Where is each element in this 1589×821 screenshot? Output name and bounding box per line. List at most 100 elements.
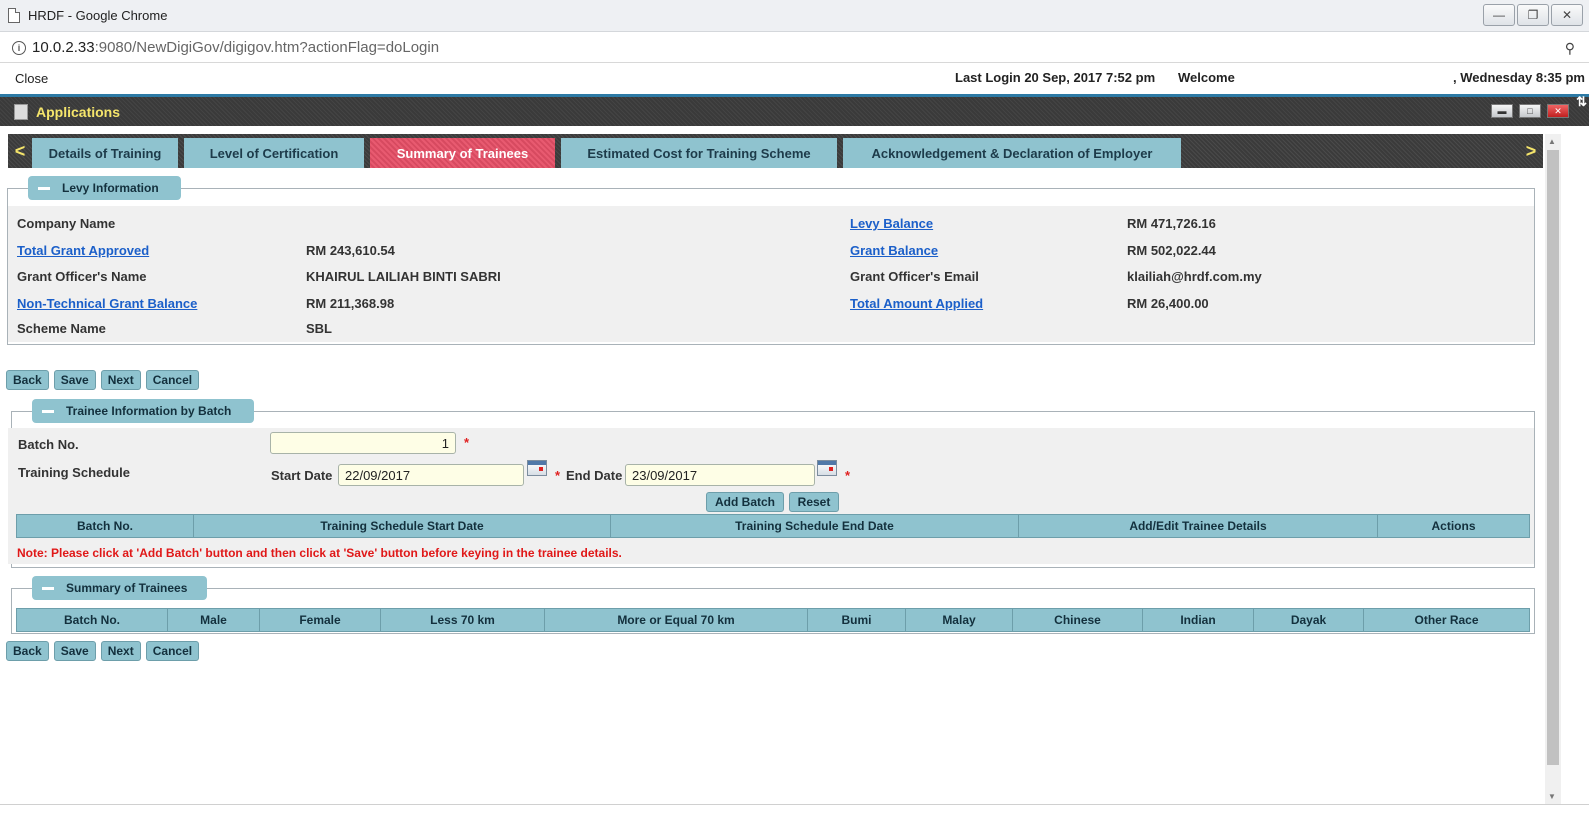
- end-date-input[interactable]: 23/09/2017: [625, 464, 815, 486]
- batch-table-header: Batch No. Training Schedule Start Date T…: [16, 514, 1530, 538]
- batch-no-input[interactable]: 1: [270, 432, 456, 454]
- info-icon[interactable]: i: [12, 40, 26, 55]
- levy-legend-label: Levy Information: [62, 181, 159, 195]
- trainee-batch-legend-label: Trainee Information by Batch: [66, 404, 232, 418]
- url-path: :9080/NewDigiGov/digigov.htm?actionFlag=…: [94, 39, 440, 56]
- start-date-calendar-icon[interactable]: [527, 460, 547, 476]
- tab-acknowledgement[interactable]: Acknowledgement & Declaration of Employe…: [843, 138, 1181, 168]
- reset-button[interactable]: Reset: [789, 492, 839, 512]
- applications-bar: Applications ▬ □ ✕ ⇅: [0, 94, 1589, 126]
- summary-col-dayak: Dayak: [1254, 609, 1364, 631]
- close-window-button[interactable]: ✕: [1551, 4, 1583, 26]
- current-datetime: , Wednesday 8:35 pm: [1453, 70, 1585, 85]
- applications-icon: [14, 103, 28, 120]
- page-icon: [8, 8, 20, 23]
- end-date-calendar-icon[interactable]: [817, 460, 837, 476]
- scroll-down-icon[interactable]: ▼: [1548, 792, 1556, 801]
- panel-restore-icon[interactable]: □: [1519, 104, 1541, 118]
- batch-no-required: *: [464, 435, 470, 450]
- url-host: 10.0.2.33: [32, 39, 95, 56]
- browser-titlebar: HRDF - Google Chrome — ❐ ✕: [0, 0, 1589, 32]
- applications-title: Applications: [36, 103, 121, 120]
- vertical-scrollbar[interactable]: ▲ ▼: [1545, 134, 1561, 804]
- panel-controls: ▬ □ ✕: [1491, 104, 1569, 118]
- welcome-text: Welcome: [1178, 70, 1235, 85]
- batch-col-start-date: Training Schedule Start Date: [194, 515, 611, 537]
- trainee-batch-legend[interactable]: Trainee Information by Batch: [32, 399, 254, 423]
- summary-col-more-70km: More or Equal 70 km: [545, 609, 808, 631]
- total-amount-applied-value: RM 26,400.00: [1127, 296, 1209, 311]
- cancel-button[interactable]: Cancel: [145, 641, 200, 661]
- grant-officer-name-label: Grant Officer's Name: [17, 269, 147, 284]
- grant-officer-email-value: klailiah@hrdf.com.my: [1127, 269, 1262, 284]
- grant-balance-value: RM 502,022.44: [1127, 243, 1216, 258]
- summary-col-bumi: Bumi: [808, 609, 906, 631]
- collapse-icon: [42, 409, 54, 413]
- summary-col-male: Male: [168, 609, 260, 631]
- wizard-tabs: < Details of Training Level of Certifica…: [8, 134, 1543, 168]
- action-buttons-top: Back Save Next Cancel: [6, 370, 200, 390]
- scroll-up-icon[interactable]: ▲: [1548, 137, 1556, 146]
- window-controls: — ❐ ✕: [1483, 4, 1583, 26]
- tab-details-of-training[interactable]: Details of Training: [32, 138, 178, 168]
- back-button[interactable]: Back: [6, 370, 49, 390]
- start-date-label: Start Date: [271, 468, 333, 483]
- collapse-icon: [42, 586, 54, 590]
- levy-information-legend[interactable]: Levy Information: [28, 176, 181, 200]
- session-bar: Close Last Login 20 Sep, 2017 7:52 pm We…: [0, 64, 1589, 92]
- add-batch-button[interactable]: Add Batch: [706, 492, 784, 512]
- scheme-name-value: SBL: [306, 321, 332, 336]
- end-date-required: *: [845, 468, 851, 483]
- address-bar[interactable]: i 10.0.2.33 :9080/NewDigiGov/digigov.htm…: [0, 33, 1589, 63]
- tab-level-of-certification[interactable]: Level of Certification: [184, 138, 364, 168]
- panel-minimize-icon[interactable]: ▬: [1491, 104, 1513, 118]
- bottom-divider: [0, 804, 1589, 805]
- grant-balance-link[interactable]: Grant Balance: [850, 243, 938, 258]
- maximize-button[interactable]: ❐: [1517, 4, 1549, 26]
- start-date-input[interactable]: 22/09/2017: [338, 464, 524, 486]
- summary-legend-label: Summary of Trainees: [66, 581, 188, 595]
- scroll-thumb[interactable]: [1547, 150, 1559, 765]
- collapse-icon: [38, 186, 50, 190]
- updown-arrows-icon[interactable]: ⇅: [1576, 94, 1587, 110]
- summary-col-female: Female: [260, 609, 381, 631]
- tab-prev-arrow-icon[interactable]: <: [8, 134, 32, 168]
- batch-no-label: Batch No.: [18, 437, 79, 452]
- batch-col-batch-no: Batch No.: [17, 515, 194, 537]
- tab-next-arrow-icon[interactable]: >: [1519, 134, 1543, 168]
- cancel-button[interactable]: Cancel: [145, 370, 200, 390]
- summary-col-malay: Malay: [906, 609, 1013, 631]
- save-button[interactable]: Save: [53, 370, 96, 390]
- next-button[interactable]: Next: [100, 641, 141, 661]
- summary-table-header: Batch No. Male Female Less 70 km More or…: [16, 608, 1530, 632]
- panel-close-icon[interactable]: ✕: [1547, 104, 1569, 118]
- batch-col-end-date: Training Schedule End Date: [611, 515, 1019, 537]
- summary-col-other-race: Other Race: [1414, 613, 1479, 627]
- next-button[interactable]: Next: [100, 370, 141, 390]
- summary-col-indian: Indian: [1143, 609, 1254, 631]
- summary-col-less-70km: Less 70 km: [381, 609, 545, 631]
- summary-col-chinese: Chinese: [1013, 609, 1143, 631]
- non-technical-grant-balance-link[interactable]: Non-Technical Grant Balance: [17, 296, 197, 311]
- grant-officer-name-value: KHAIRUL LAILIAH BINTI SABRI: [306, 269, 501, 284]
- summary-col-batch-no: Batch No.: [17, 609, 168, 631]
- tab-estimated-cost[interactable]: Estimated Cost for Training Scheme: [561, 138, 837, 168]
- total-grant-approved-link[interactable]: Total Grant Approved: [17, 243, 149, 258]
- batch-col-trainee-details: Add/Edit Trainee Details: [1019, 515, 1378, 537]
- back-button[interactable]: Back: [6, 641, 49, 661]
- batch-note: Note: Please click at 'Add Batch' button…: [17, 546, 622, 560]
- company-name-label: Company Name: [17, 216, 116, 231]
- levy-information-body: [8, 206, 1534, 342]
- summary-of-trainees-legend[interactable]: Summary of Trainees: [32, 576, 207, 600]
- pin-icon[interactable]: ⚲: [1565, 40, 1575, 57]
- close-link[interactable]: Close: [15, 71, 48, 86]
- tab-summary-of-trainees[interactable]: Summary of Trainees: [370, 138, 555, 168]
- window-title: HRDF - Google Chrome: [28, 8, 168, 23]
- total-amount-applied-link[interactable]: Total Amount Applied: [850, 296, 983, 311]
- start-date-required: *: [555, 468, 561, 483]
- levy-balance-link[interactable]: Levy Balance: [850, 216, 933, 231]
- minimize-button[interactable]: —: [1483, 4, 1515, 26]
- training-schedule-label: Training Schedule: [18, 465, 130, 480]
- save-button[interactable]: Save: [53, 641, 96, 661]
- grant-officer-email-label: Grant Officer's Email: [850, 269, 979, 284]
